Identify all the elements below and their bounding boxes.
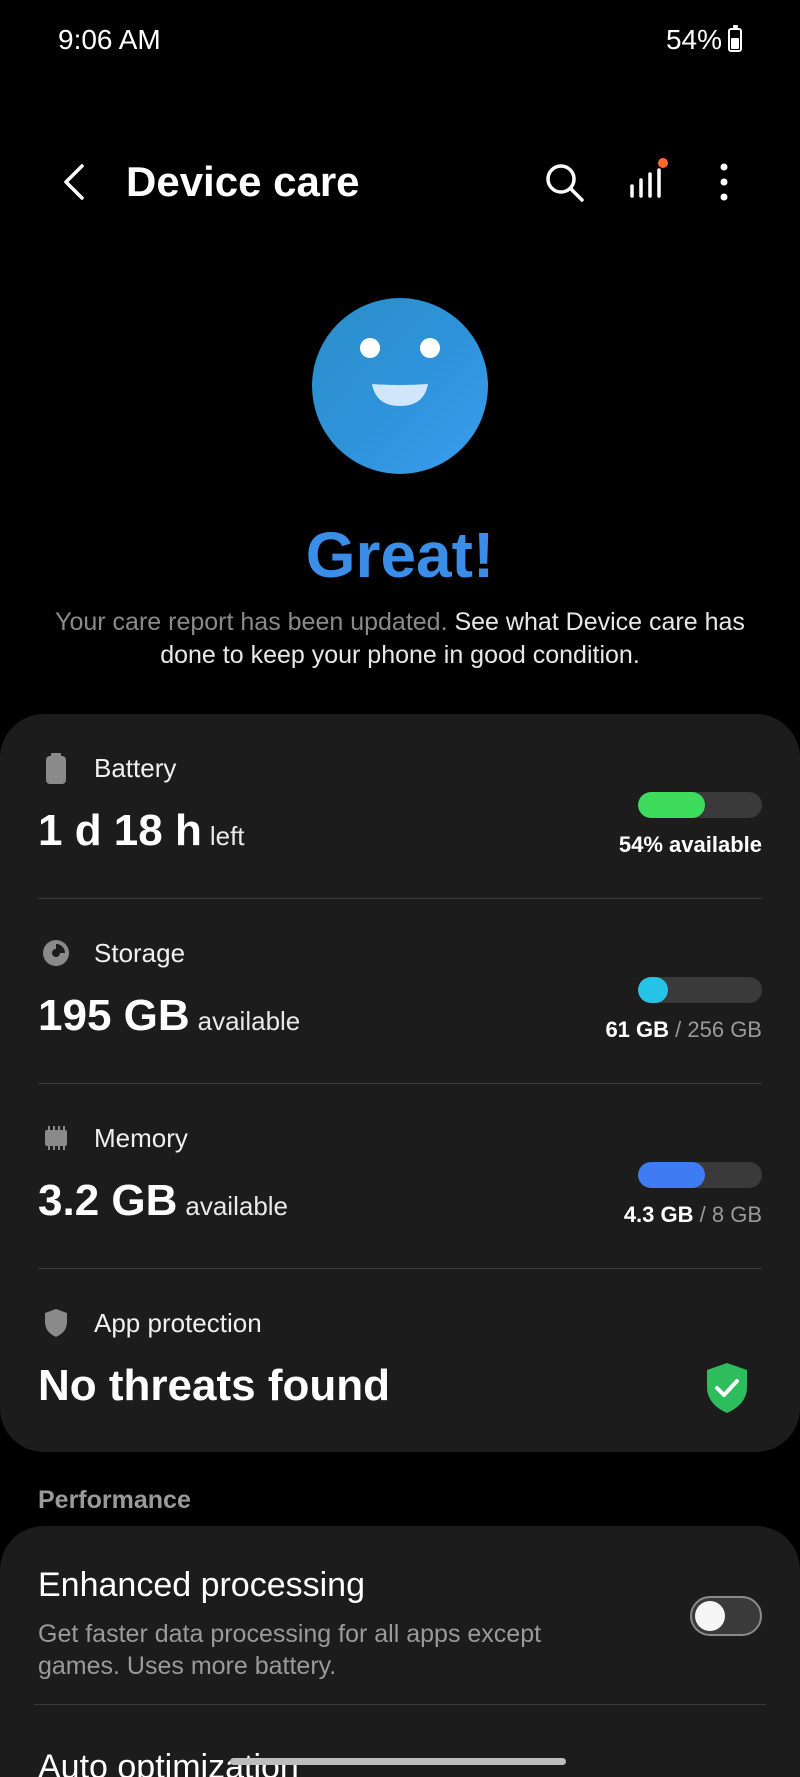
battery-label: Battery <box>94 752 177 783</box>
screen: 9:06 AM 54% Device care Great! Your care… <box>0 0 800 1777</box>
smiley-face-icon <box>312 298 488 474</box>
status-bar: 9:06 AM 54% <box>0 0 800 80</box>
memory-usage-bar <box>638 1162 762 1188</box>
storage-caption: 61 GB / 256 GB <box>605 1017 762 1042</box>
memory-label: Memory <box>94 1122 188 1153</box>
memory-available: 3.2 GB <box>38 1176 178 1225</box>
battery-icon <box>38 750 74 786</box>
battery-time-left: 1 d 18 h <box>38 806 202 855</box>
reports-button[interactable] <box>624 158 672 206</box>
search-button[interactable] <box>540 158 588 206</box>
storage-label: Storage <box>94 937 186 968</box>
memory-chip-icon <box>38 1120 74 1156</box>
battery-unit: left <box>209 821 245 851</box>
memory-row[interactable]: Memory 3.2 GB available 4.3 GB / 8 GB <box>38 1084 762 1269</box>
care-report-description: Your care report has been updated. See w… <box>40 606 760 672</box>
performance-card: Enhanced processing Get faster data proc… <box>0 1526 800 1777</box>
device-status-card: Battery 1 d 18 h left 54% available Stor… <box>0 714 800 1452</box>
divider <box>34 1704 766 1705</box>
care-report-note: Your care report has been updated. <box>55 608 448 636</box>
status-right: 54% <box>666 24 742 56</box>
app-bar: Device care <box>0 140 800 224</box>
notification-dot <box>658 158 668 168</box>
signal-bars-icon <box>630 158 668 198</box>
app-protection-row[interactable]: App protection No threats found <box>38 1269 762 1454</box>
more-vertical-icon <box>720 163 728 201</box>
back-button[interactable] <box>52 158 100 206</box>
battery-caption: 54% available <box>618 832 762 857</box>
battery-icon <box>728 25 742 52</box>
toggle-knob <box>695 1601 725 1631</box>
storage-unit: available <box>197 1006 301 1036</box>
memory-caption: 4.3 GB / 8 GB <box>623 1202 762 1227</box>
search-icon <box>546 164 584 202</box>
shield-check-icon <box>704 1361 750 1415</box>
storage-usage-bar <box>638 977 762 1003</box>
status-time: 9:06 AM <box>58 24 161 55</box>
performance-section-title: Performance <box>38 1486 191 1514</box>
battery-percent: 54% <box>665 24 722 55</box>
home-indicator[interactable] <box>230 1758 566 1765</box>
storage-pie-icon <box>38 935 74 971</box>
status-title: Great! <box>305 519 495 591</box>
battery-row[interactable]: Battery 1 d 18 h left 54% available <box>38 714 762 899</box>
enhanced-processing-title[interactable]: Enhanced processing <box>38 1566 365 1605</box>
back-icon <box>64 164 84 200</box>
storage-available: 195 GB <box>38 991 190 1040</box>
enhanced-processing-description: Get faster data processing for all apps … <box>38 1620 542 1680</box>
memory-unit: available <box>185 1191 289 1221</box>
enhanced-processing-toggle[interactable] <box>690 1596 762 1636</box>
more-options-button[interactable] <box>700 158 748 206</box>
battery-level-bar <box>638 792 762 818</box>
page-title: Device care <box>126 158 360 205</box>
storage-row[interactable]: Storage 195 GB available 61 GB / 256 GB <box>38 899 762 1084</box>
threat-status: No threats found <box>38 1361 390 1410</box>
shield-icon <box>38 1305 74 1341</box>
app-protection-label: App protection <box>94 1307 262 1338</box>
